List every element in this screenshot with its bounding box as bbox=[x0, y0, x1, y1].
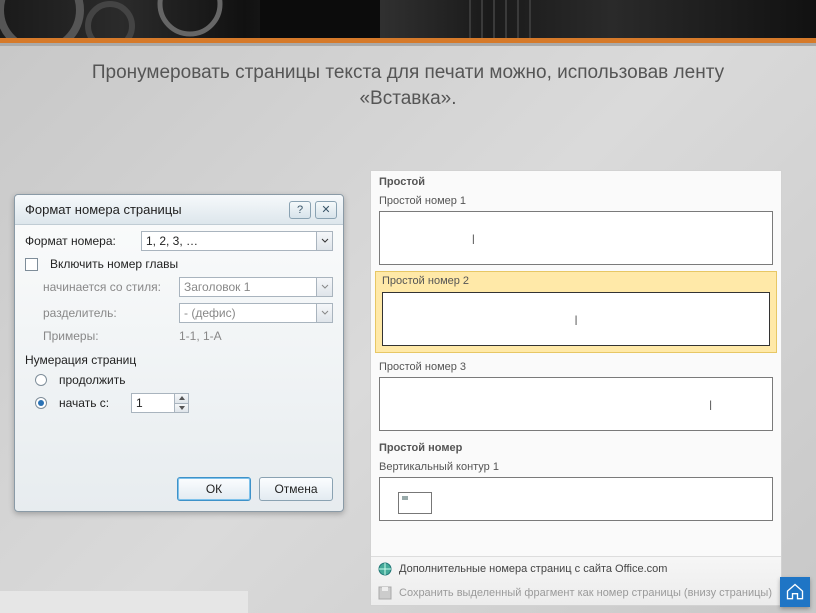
globe-icon bbox=[377, 561, 393, 577]
footer-bar bbox=[0, 591, 248, 613]
starts-with-style-label: начинается со стиля: bbox=[43, 280, 173, 294]
include-chapter-checkbox[interactable] bbox=[25, 258, 38, 271]
spinner-down-icon[interactable] bbox=[175, 404, 188, 413]
gallery-item-3-preview[interactable]: | bbox=[379, 377, 773, 431]
gallery-group-simple: Простой bbox=[371, 171, 781, 193]
spinner-up-icon[interactable] bbox=[175, 394, 188, 404]
chevron-down-icon bbox=[316, 304, 332, 322]
gallery-item-2-selected[interactable]: Простой номер 2 | bbox=[375, 271, 777, 353]
slide-heading: Пронумеровать страницы текста для печати… bbox=[0, 46, 816, 111]
starts-with-style-combo[interactable]: Заголовок 1 bbox=[179, 277, 333, 297]
dialog-title: Формат номера страницы bbox=[21, 202, 285, 217]
continue-radio[interactable] bbox=[35, 374, 47, 386]
heading-line-2: «Вставка». bbox=[359, 88, 456, 109]
separator-label: разделитель: bbox=[43, 306, 173, 320]
page-number-gallery: Простой Простой номер 1 | Простой номер … bbox=[370, 170, 782, 606]
close-button[interactable]: ✕ bbox=[315, 201, 337, 219]
home-button[interactable] bbox=[780, 577, 810, 607]
gallery-save-selection: Сохранить выделенный фрагмент как номер … bbox=[371, 581, 781, 605]
dialog-titlebar: Формат номера страницы ? ✕ bbox=[15, 195, 343, 225]
gallery-item-1-preview[interactable]: | bbox=[379, 211, 773, 265]
number-format-value: 1, 2, 3, … bbox=[146, 234, 198, 248]
decorative-header-band bbox=[0, 0, 816, 38]
examples-label: Примеры: bbox=[43, 329, 173, 343]
start-at-value: 1 bbox=[136, 396, 143, 410]
chevron-down-icon bbox=[316, 232, 332, 250]
continue-label: продолжить bbox=[59, 373, 125, 387]
gallery-item-2-label: Простой номер 2 bbox=[376, 272, 776, 290]
gallery-more-office[interactable]: Дополнительные номера страниц с сайта Of… bbox=[371, 557, 781, 581]
gallery-item-2-preview: | bbox=[382, 292, 770, 346]
number-format-combo[interactable]: 1, 2, 3, … bbox=[141, 231, 333, 251]
slide-body: Пронумеровать страницы текста для печати… bbox=[0, 46, 816, 613]
include-chapter-label: Включить номер главы bbox=[50, 257, 178, 271]
home-icon bbox=[785, 582, 805, 602]
separator-combo[interactable]: - (дефис) bbox=[179, 303, 333, 323]
start-at-radio[interactable] bbox=[35, 397, 47, 409]
gallery-item-1-label: Простой номер 1 bbox=[371, 193, 781, 209]
gallery-item-3-label: Простой номер 3 bbox=[371, 359, 781, 375]
start-at-spinner[interactable]: 1 bbox=[131, 393, 189, 413]
heading-line-1: Пронумеровать страницы текста для печати… bbox=[92, 62, 724, 83]
separator-value: - (дефис) bbox=[184, 306, 236, 320]
format-label: Формат номера: bbox=[25, 234, 135, 248]
ok-button[interactable]: ОК bbox=[177, 477, 251, 501]
gallery-item-4-label: Вертикальный контур 1 bbox=[371, 459, 781, 475]
save-icon bbox=[377, 585, 393, 601]
page-number-format-dialog: Формат номера страницы ? ✕ Формат номера… bbox=[14, 194, 344, 512]
chevron-down-icon bbox=[316, 278, 332, 296]
examples-value: 1-1, 1-A bbox=[179, 329, 222, 343]
gallery-group-simple-number: Простой номер bbox=[371, 437, 781, 459]
numbering-section-label: Нумерация страниц bbox=[25, 353, 333, 367]
gallery-item-4-preview[interactable] bbox=[379, 477, 773, 521]
cancel-button[interactable]: Отмена bbox=[259, 477, 333, 501]
help-button[interactable]: ? bbox=[289, 201, 311, 219]
starts-with-style-value: Заголовок 1 bbox=[184, 280, 250, 294]
start-at-label: начать с: bbox=[59, 396, 125, 410]
